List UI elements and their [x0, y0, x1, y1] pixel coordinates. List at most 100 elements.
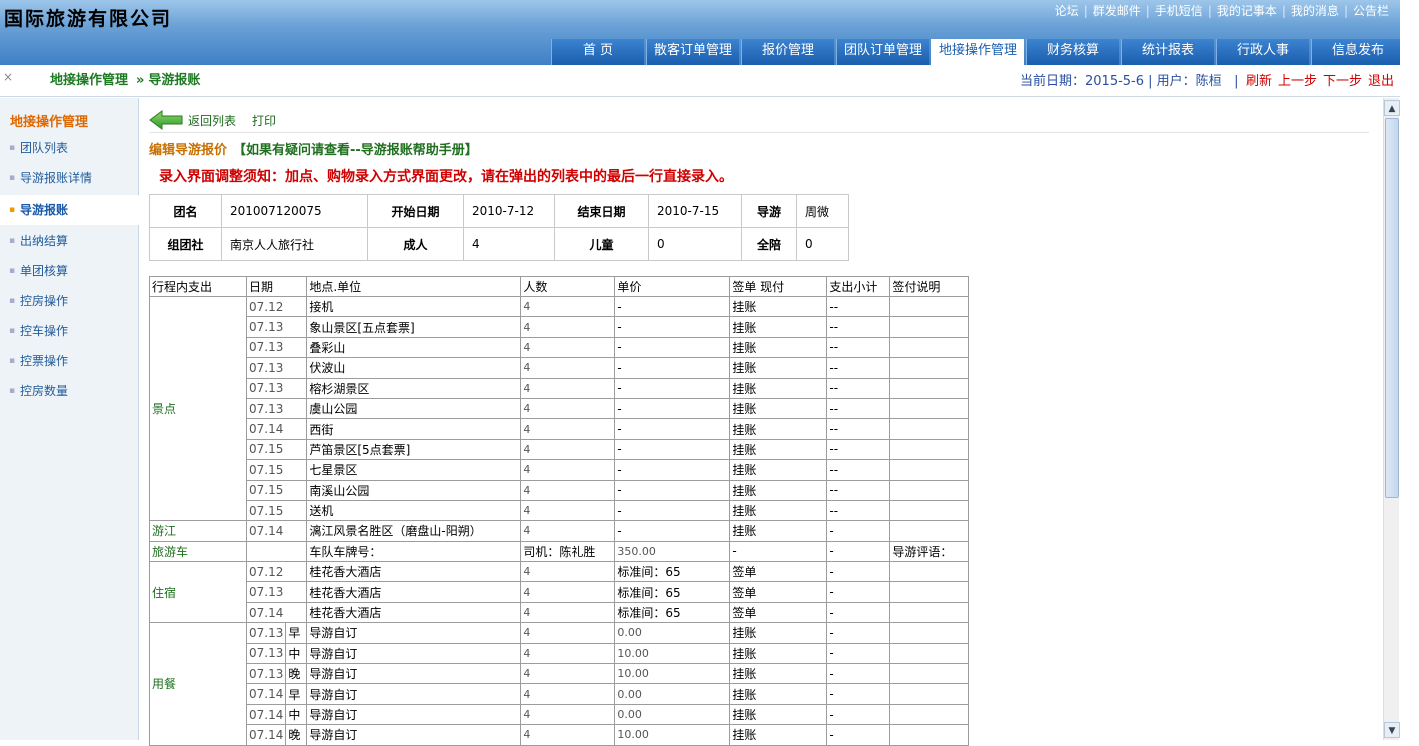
- logout-link[interactable]: 退出: [1368, 74, 1394, 89]
- breadcrumb-section[interactable]: 地接操作管理: [50, 73, 128, 88]
- help-manual-link[interactable]: 【如果有疑问请查看--导游报账帮助手册】: [233, 143, 478, 158]
- note-cell: [889, 397, 970, 420]
- sidebar-item-cashier[interactable]: ▪ 出纳结算: [0, 226, 139, 256]
- subtotal-cell: --: [826, 357, 891, 379]
- main-nav: 首 页 散客订单管理 报价管理 团队订单管理 地接操作管理 财务核算 统计报表 …: [551, 39, 1406, 65]
- previous-step-link[interactable]: 上一步: [1278, 74, 1317, 89]
- sidebar-item-label: 出纳结算: [20, 234, 69, 248]
- header-price: 单价: [614, 276, 731, 297]
- payment-cell: -: [729, 540, 828, 563]
- note-cell: [889, 561, 970, 583]
- payment-cell: 挂账: [729, 418, 828, 440]
- note-cell: [889, 642, 970, 665]
- nav-finance[interactable]: 财务核算: [1026, 39, 1119, 65]
- place-cell: 桂花香大酒店: [306, 601, 522, 624]
- bullet-icon: ▪: [9, 386, 16, 396]
- meal-time-cell: 早: [285, 683, 308, 705]
- scroll-down-icon[interactable]: ▼: [1384, 722, 1400, 738]
- place-cell: 桂花香大酒店: [306, 561, 522, 583]
- place-cell: 导游自订: [306, 642, 522, 665]
- table-row: 07.13 中导游自订 4 10.00 挂账 -: [150, 642, 970, 665]
- adult-label: 成人: [367, 227, 464, 261]
- price-cell: -: [614, 438, 731, 461]
- date-cell: 07.13: [245, 663, 287, 685]
- full-escort-value: 0: [796, 227, 849, 261]
- app-title: 国际旅游有限公司: [4, 8, 173, 30]
- print-link[interactable]: 打印: [252, 112, 276, 129]
- sidebar-item-label: 控房操作: [20, 294, 69, 308]
- top-link-sms[interactable]: 手机短信: [1155, 4, 1203, 18]
- refresh-link[interactable]: 刷新: [1246, 74, 1272, 89]
- count-cell: 4: [520, 336, 616, 359]
- price-cell: 标准间：65: [614, 581, 731, 603]
- header-count: 人数: [520, 276, 616, 297]
- count-cell: 4: [520, 520, 616, 542]
- category-cell: 旅游车: [149, 540, 247, 563]
- nav-quotes[interactable]: 报价管理: [741, 39, 834, 65]
- price-cell: -: [614, 295, 731, 318]
- nav-hr[interactable]: 行政人事: [1216, 39, 1309, 65]
- top-link-bulletin[interactable]: 公告栏: [1353, 4, 1389, 18]
- sidebar-item-room-quantity[interactable]: ▪ 控房数量: [0, 376, 139, 406]
- back-to-list-link[interactable]: 返回列表: [188, 112, 236, 129]
- price-cell: -: [614, 377, 731, 399]
- sidebar-item-guide-account-detail[interactable]: ▪ 导游报账详情: [0, 163, 139, 193]
- nav-reports[interactable]: 统计报表: [1121, 39, 1214, 65]
- meal-time-cell: 晚: [285, 724, 308, 746]
- top-link-forum[interactable]: 论坛: [1055, 4, 1079, 18]
- price-cell: 350.00: [614, 540, 731, 563]
- table-row: 07.13 晚导游自订 4 10.00 挂账 -: [150, 663, 970, 685]
- sidebar-item-guide-account[interactable]: ▪ 导游报账: [0, 195, 139, 225]
- sidebar-item-room-control[interactable]: ▪ 控房操作: [0, 286, 139, 316]
- table-row: 07.14 西街 4- 挂账 --: [150, 418, 970, 440]
- close-icon[interactable]: ×: [3, 70, 13, 84]
- note-cell: [889, 316, 970, 338]
- count-cell: 4: [520, 724, 616, 746]
- nav-ground-operations[interactable]: 地接操作管理: [931, 39, 1024, 65]
- payment-cell: 挂账: [729, 724, 828, 746]
- sidebar-item-single-group-accounting[interactable]: ▪ 单团核算: [0, 256, 139, 286]
- nav-group-orders[interactable]: 团队订单管理: [836, 39, 929, 65]
- count-cell: 4: [520, 295, 616, 318]
- subtotal-cell: -: [826, 520, 891, 542]
- price-cell: 10.00: [614, 724, 731, 746]
- start-date-label: 开始日期: [367, 194, 464, 228]
- date-user-text: 当前日期：2015-5-6 | 用户：陈桓: [1020, 74, 1222, 89]
- sidebar-item-team-list[interactable]: ▪ 团队列表: [0, 133, 139, 163]
- header-category: 行程内支出: [149, 276, 247, 297]
- date-cell: 07.12: [245, 295, 308, 318]
- vertical-scrollbar[interactable]: ▲ ▼: [1383, 98, 1400, 740]
- bullet-icon: ▪: [9, 143, 16, 153]
- sidebar-item-ticket-control[interactable]: ▪ 控票操作: [0, 346, 139, 376]
- count-cell: 4: [520, 561, 616, 583]
- table-row: 07.13 虞山公园 4- 挂账 --: [150, 397, 970, 420]
- payment-cell: 挂账: [729, 438, 828, 461]
- subtotal-cell: -: [826, 724, 891, 746]
- date-cell: 07.15: [245, 459, 308, 481]
- place-cell: 导游自订: [306, 724, 522, 746]
- scroll-up-icon[interactable]: ▲: [1384, 100, 1400, 116]
- next-step-link[interactable]: 下一步: [1323, 74, 1362, 89]
- agency-label: 组团社: [149, 227, 222, 261]
- back-arrow-icon[interactable]: [149, 110, 183, 130]
- note-cell: [889, 438, 970, 461]
- count-cell: 4: [520, 357, 616, 379]
- header-place: 地点.单位: [306, 276, 522, 297]
- subtotal-cell: --: [826, 316, 891, 338]
- nav-home[interactable]: 首 页: [551, 39, 644, 65]
- breadcrumb-bar: × 地接操作管理 » 导游报账 当前日期：2015-5-6 | 用户：陈桓 | 刷新…: [0, 65, 1419, 97]
- table-row: 07.15 芦笛景区[5点套票] 4- 挂账 --: [150, 438, 970, 461]
- meal-time-cell: 中: [285, 642, 308, 665]
- sidebar-item-car-control[interactable]: ▪ 控车操作: [0, 316, 139, 346]
- scroll-thumb[interactable]: [1385, 118, 1399, 498]
- payment-cell: 挂账: [729, 459, 828, 481]
- top-link-notebook[interactable]: 我的记事本: [1217, 4, 1277, 18]
- nav-individual-orders[interactable]: 散客订单管理: [646, 39, 739, 65]
- date-cell: 07.14: [245, 703, 287, 726]
- top-link-messages[interactable]: 我的消息: [1291, 4, 1339, 18]
- top-link-mass-mail[interactable]: 群发邮件: [1093, 4, 1141, 18]
- bullet-icon: ▪: [9, 356, 16, 366]
- table-row: 07.14 中导游自订 4 0.00 挂账 -: [150, 703, 970, 726]
- nav-info-publish[interactable]: 信息发布: [1311, 39, 1404, 65]
- toolbar: 返回列表 打印: [149, 110, 276, 130]
